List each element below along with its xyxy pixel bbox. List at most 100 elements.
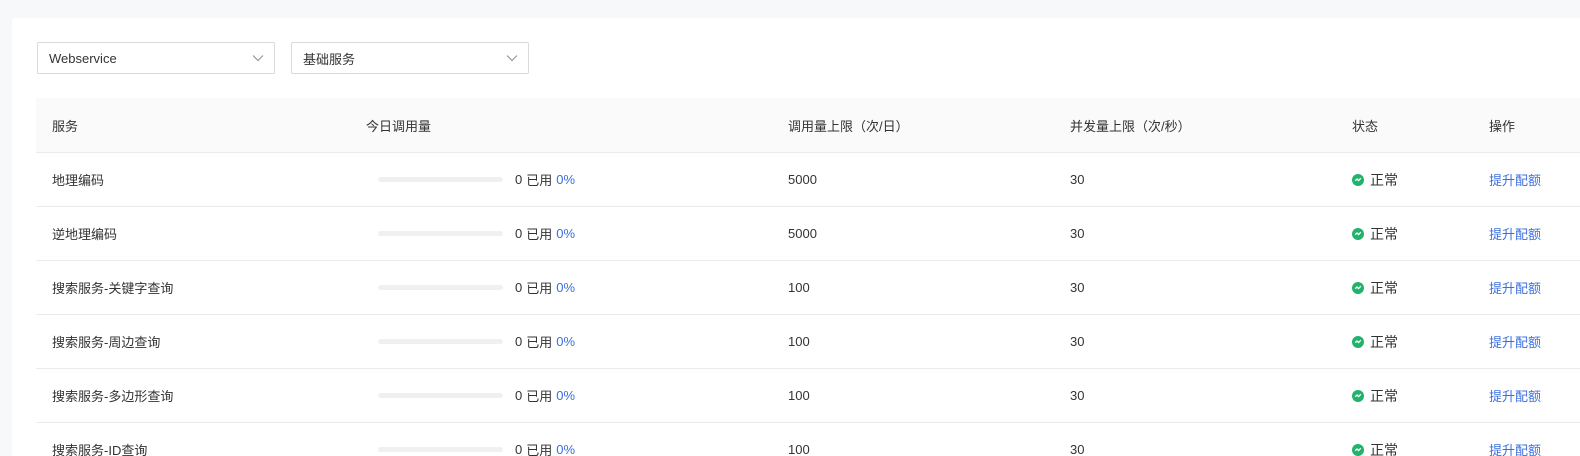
action-cell: 提升配额 [1489, 315, 1541, 368]
usage-percent: 0% [556, 442, 576, 456]
table-header: 服务 今日调用量 调用量上限（次/日） 并发量上限（次/秒） 状态 操作 [36, 98, 1580, 153]
action-cell: 提升配额 [1489, 207, 1541, 260]
status-ok-icon [1352, 389, 1364, 402]
daily-limit: 5000 [788, 172, 817, 187]
usage-progress-bar [378, 231, 503, 236]
service-name: 搜索服务-多边形查询 [52, 389, 174, 404]
table-body: 地理编码 0 已用 0% 5000 30 正常 提升配额 逆地理编码 0 已用 … [36, 153, 1580, 456]
used-label: 已用 [526, 281, 553, 296]
used-count: 0 [515, 226, 523, 241]
action-cell: 提升配额 [1489, 423, 1541, 456]
status-cell: 正常 [1352, 423, 1398, 456]
used-label: 已用 [526, 389, 553, 404]
daily-limit: 100 [788, 280, 810, 295]
column-header-action: 操作 [1489, 118, 1516, 134]
service-name: 搜索服务-周边查询 [52, 335, 161, 350]
status-text: 正常 [1370, 441, 1398, 456]
quota-table: 服务 今日调用量 调用量上限（次/日） 并发量上限（次/秒） 状态 操作 地理编… [36, 98, 1580, 456]
usage-cell: 0 已用 0% [366, 315, 575, 368]
chevron-down-icon [506, 54, 518, 62]
usage-progress-bar [378, 393, 503, 398]
usage-percent: 0% [556, 280, 576, 295]
daily-limit: 100 [788, 442, 810, 456]
service-name: 逆地理编码 [52, 227, 118, 242]
concurrency-limit: 30 [1070, 226, 1085, 241]
status-text: 正常 [1370, 171, 1398, 188]
status-ok-icon [1352, 335, 1364, 348]
status-cell: 正常 [1352, 315, 1398, 368]
quota-panel: Webservice 基础服务 服务 今日调用量 调用量上限（次/日） 并发量上… [12, 18, 1580, 456]
table-row: 逆地理编码 0 已用 0% 5000 30 正常 提升配额 [36, 207, 1580, 261]
upgrade-quota-link[interactable]: 提升配额 [1489, 278, 1541, 297]
used-label: 已用 [526, 443, 553, 456]
usage-cell: 0 已用 0% [366, 153, 575, 206]
concurrency-limit: 30 [1070, 442, 1085, 456]
status-ok-icon [1352, 443, 1364, 456]
filter-bar: Webservice 基础服务 [37, 42, 529, 74]
used-count: 0 [515, 280, 523, 295]
usage-cell: 0 已用 0% [366, 369, 575, 422]
daily-limit: 5000 [788, 226, 817, 241]
status-cell: 正常 [1352, 261, 1398, 314]
usage-cell: 0 已用 0% [366, 207, 575, 260]
used-label: 已用 [526, 227, 553, 242]
column-header-concurrency: 并发量上限（次/秒） [1070, 118, 1191, 134]
daily-limit: 100 [788, 388, 810, 403]
status-ok-icon [1352, 281, 1364, 294]
table-row: 搜索服务-关键字查询 0 已用 0% 100 30 正常 提升配额 [36, 261, 1580, 315]
status-cell: 正常 [1352, 153, 1398, 206]
column-header-limit: 调用量上限（次/日） [788, 118, 909, 134]
status-ok-icon [1352, 173, 1364, 186]
status-cell: 正常 [1352, 369, 1398, 422]
service-name: 地理编码 [52, 173, 105, 188]
used-count: 0 [515, 388, 523, 403]
action-cell: 提升配额 [1489, 261, 1541, 314]
concurrency-limit: 30 [1070, 334, 1085, 349]
upgrade-quota-link[interactable]: 提升配额 [1489, 440, 1541, 456]
status-text: 正常 [1370, 225, 1398, 242]
service-type-select-value: Webservice [49, 50, 117, 66]
used-count: 0 [515, 172, 523, 187]
upgrade-quota-link[interactable]: 提升配额 [1489, 224, 1541, 243]
usage-cell: 0 已用 0% [366, 261, 575, 314]
usage-percent: 0% [556, 334, 576, 349]
action-cell: 提升配额 [1489, 369, 1541, 422]
upgrade-quota-link[interactable]: 提升配额 [1489, 170, 1541, 189]
chevron-down-icon [252, 54, 264, 62]
table-row: 搜索服务-多边形查询 0 已用 0% 100 30 正常 提升配额 [36, 369, 1580, 423]
status-text: 正常 [1370, 279, 1398, 296]
usage-progress-bar [378, 177, 503, 182]
table-row: 搜索服务-ID查询 0 已用 0% 100 30 正常 提升配额 [36, 423, 1580, 456]
table-row: 搜索服务-周边查询 0 已用 0% 100 30 正常 提升配额 [36, 315, 1580, 369]
service-name: 搜索服务-ID查询 [52, 443, 148, 456]
table-row: 地理编码 0 已用 0% 5000 30 正常 提升配额 [36, 153, 1580, 207]
service-name: 搜索服务-关键字查询 [52, 281, 174, 296]
action-cell: 提升配额 [1489, 153, 1541, 206]
used-count: 0 [515, 442, 523, 456]
usage-progress-bar [378, 285, 503, 290]
usage-progress-bar [378, 447, 503, 452]
column-header-status: 状态 [1352, 118, 1379, 134]
used-label: 已用 [526, 173, 553, 188]
upgrade-quota-link[interactable]: 提升配额 [1489, 386, 1541, 405]
daily-limit: 100 [788, 334, 810, 349]
service-category-select[interactable]: 基础服务 [291, 42, 529, 74]
usage-percent: 0% [556, 388, 576, 403]
used-label: 已用 [526, 335, 553, 350]
concurrency-limit: 30 [1070, 388, 1085, 403]
usage-percent: 0% [556, 226, 576, 241]
concurrency-limit: 30 [1070, 280, 1085, 295]
used-count: 0 [515, 334, 523, 349]
usage-cell: 0 已用 0% [366, 423, 575, 456]
usage-percent: 0% [556, 172, 576, 187]
status-text: 正常 [1370, 387, 1398, 404]
concurrency-limit: 30 [1070, 172, 1085, 187]
upgrade-quota-link[interactable]: 提升配额 [1489, 332, 1541, 351]
service-category-select-value: 基础服务 [303, 51, 356, 67]
column-header-service: 服务 [52, 118, 79, 134]
service-type-select[interactable]: Webservice [37, 42, 275, 74]
status-text: 正常 [1370, 333, 1398, 350]
usage-progress-bar [378, 339, 503, 344]
status-cell: 正常 [1352, 207, 1398, 260]
column-header-usage: 今日调用量 [366, 118, 432, 134]
